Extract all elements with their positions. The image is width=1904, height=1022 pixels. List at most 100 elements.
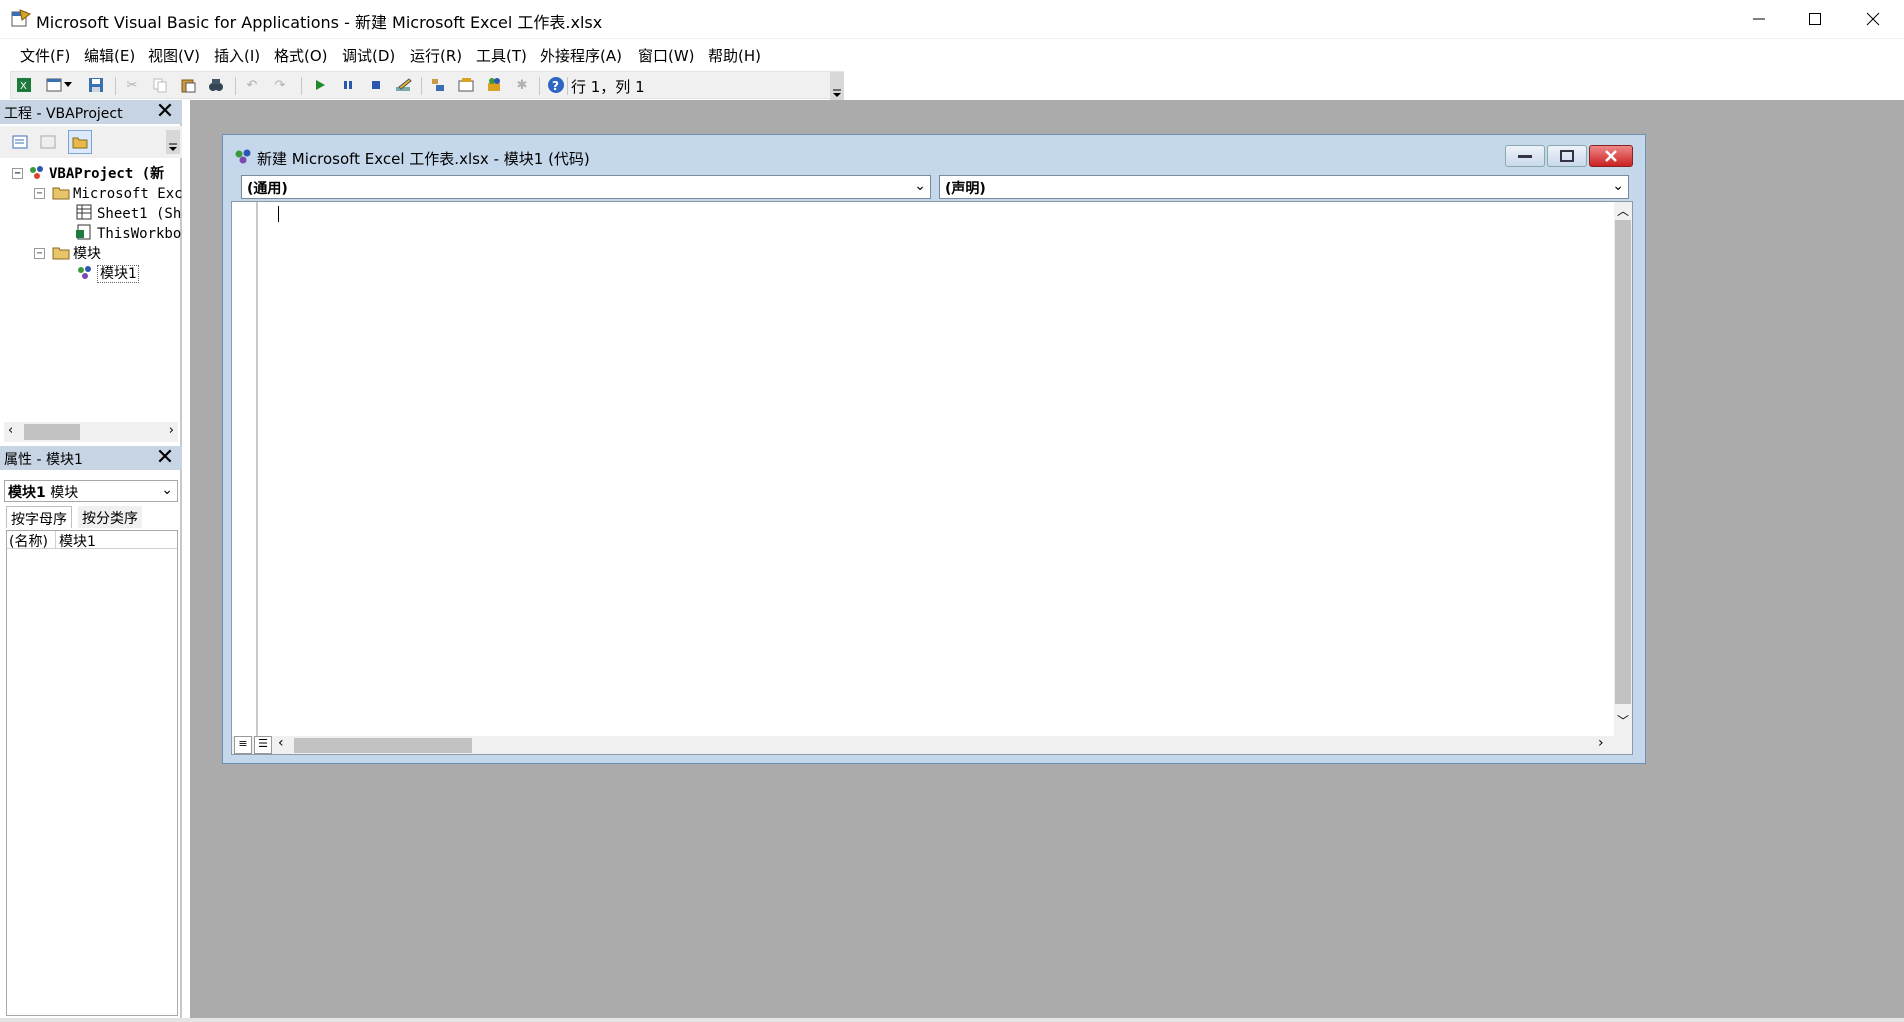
code-window-restore-button[interactable] xyxy=(1547,145,1587,167)
standard-toolbar: X ✂ ↶ ↷ ✱ ? 行 1，列 1 xyxy=(10,71,844,99)
tree-node-sheet1[interactable]: Sheet1 (Sh xyxy=(2,204,181,224)
hscroll-thumb[interactable] xyxy=(294,738,472,753)
menu-help[interactable]: 帮助(H) xyxy=(708,45,761,66)
project-explorer-icon[interactable] xyxy=(429,76,447,94)
tree-label: 模块1 xyxy=(97,265,140,283)
menu-file[interactable]: 文件(F) xyxy=(20,45,70,66)
menu-run[interactable]: 运行(R) xyxy=(410,45,462,66)
project-hscrollbar[interactable]: ‹ › xyxy=(4,422,178,442)
property-value: 模块1 xyxy=(59,534,96,550)
tree-node-modules-folder[interactable]: − 模块 xyxy=(2,244,101,264)
undo-icon[interactable]: ↶ xyxy=(243,76,261,94)
scroll-right-icon[interactable]: › xyxy=(1598,735,1604,751)
tab-alphabetic[interactable]: 按字母序 xyxy=(6,506,72,528)
full-module-view-icon[interactable]: ☰ xyxy=(254,736,272,754)
tab-categorized[interactable]: 按分类序 xyxy=(78,506,142,528)
menu-addins[interactable]: 外接程序(A) xyxy=(540,45,622,66)
tree-node-excel-objects[interactable]: − Microsoft Exc xyxy=(2,184,183,204)
object-browser-icon[interactable] xyxy=(485,76,503,94)
property-row[interactable]: (名称) 模块1 xyxy=(7,531,177,550)
view-code-icon[interactable] xyxy=(8,130,32,154)
object-name: 模块1 xyxy=(8,485,46,501)
view-excel-icon[interactable]: X xyxy=(15,76,33,94)
scroll-left-icon[interactable]: ‹ xyxy=(8,423,13,438)
window-title: Microsoft Visual Basic for Applications … xyxy=(36,13,603,32)
toolbar-overflow-handle[interactable] xyxy=(830,72,844,100)
title-bar: Microsoft Visual Basic for Applications … xyxy=(0,0,1904,38)
toggle-folders-icon[interactable] xyxy=(68,130,92,154)
save-icon[interactable] xyxy=(87,76,105,94)
collapse-toggle-icon[interactable]: − xyxy=(34,188,45,199)
copy-icon[interactable] xyxy=(151,76,169,94)
collapse-toggle-icon[interactable]: − xyxy=(34,248,45,259)
insert-userform-icon[interactable] xyxy=(45,76,63,94)
properties-pane: 属性 - 模块1 ✕ 模块1 模块 ⌄ 按字母序 按分类序 (名称) 模块1 xyxy=(0,446,182,1022)
cursor-position: 行 1，列 1 xyxy=(571,78,645,96)
scroll-down-icon[interactable]: ﹀ xyxy=(1617,712,1629,729)
menu-bar: 文件(F) 编辑(E) 视图(V) 插入(I) 格式(O) 调试(D) 运行(R… xyxy=(0,38,1904,70)
procedure-combo[interactable]: (声明) ⌄ xyxy=(939,175,1629,199)
properties-pane-close-icon[interactable]: ✕ xyxy=(154,447,176,469)
menu-format[interactable]: 格式(O) xyxy=(274,45,328,66)
menu-edit[interactable]: 编辑(E) xyxy=(84,45,135,66)
code-window-title: 新建 Microsoft Excel 工作表.xlsx - 模块1 (代码) xyxy=(257,150,590,168)
object-combo[interactable]: (通用) ⌄ xyxy=(241,175,931,199)
minimize-button[interactable] xyxy=(1730,0,1788,38)
properties-grid: (名称) 模块1 xyxy=(6,530,178,1016)
worksheet-icon xyxy=(76,204,94,220)
procedure-combo-value: (声明) xyxy=(945,181,986,197)
chevron-down-icon: ⌄ xyxy=(914,178,926,194)
run-icon[interactable] xyxy=(311,76,329,94)
code-window-close-button[interactable] xyxy=(1589,145,1633,167)
project-pane-close-icon[interactable]: ✕ xyxy=(154,101,176,123)
project-pane-toolbar xyxy=(0,126,182,158)
properties-window-icon[interactable] xyxy=(457,76,475,94)
help-icon[interactable]: ? xyxy=(547,76,565,94)
svg-text:?: ? xyxy=(552,79,559,93)
dropdown-arrow-icon[interactable] xyxy=(63,76,73,94)
break-icon[interactable] xyxy=(339,76,357,94)
status-strip xyxy=(0,1018,1904,1022)
workbook-icon xyxy=(76,224,94,240)
code-window: 新建 Microsoft Excel 工作表.xlsx - 模块1 (代码) (… xyxy=(222,134,1646,764)
tree-node-module1[interactable]: 模块1 xyxy=(2,264,140,284)
object-select[interactable]: 模块1 模块 ⌄ xyxy=(4,480,178,502)
folder-icon xyxy=(52,246,70,262)
menu-view[interactable]: 视图(V) xyxy=(148,45,200,66)
scroll-right-icon[interactable]: › xyxy=(169,423,174,438)
folder-icon xyxy=(52,186,70,202)
reset-icon[interactable] xyxy=(367,76,385,94)
vbaproject-icon xyxy=(28,164,46,180)
tree-node-vbaproject[interactable]: − VBAProject (新 xyxy=(2,164,164,184)
redo-icon[interactable]: ↷ xyxy=(271,76,289,94)
view-object-icon[interactable] xyxy=(36,130,60,154)
scroll-thumb[interactable] xyxy=(24,424,80,440)
scroll-left-icon[interactable]: ‹ xyxy=(278,735,284,751)
margin-indicator-bar[interactable] xyxy=(232,202,258,736)
cut-icon[interactable]: ✂ xyxy=(123,76,141,94)
menu-insert[interactable]: 插入(I) xyxy=(214,45,260,66)
object-type: 模块 xyxy=(50,485,79,501)
paste-icon[interactable] xyxy=(179,76,197,94)
toolbox-icon[interactable]: ✱ xyxy=(513,76,531,94)
design-mode-icon[interactable] xyxy=(395,76,413,94)
tree-label: VBAProject (新 xyxy=(49,166,165,182)
text-caret xyxy=(278,206,279,222)
menu-debug[interactable]: 调试(D) xyxy=(342,45,395,66)
chevron-down-icon: ⌄ xyxy=(1612,178,1624,194)
close-button[interactable] xyxy=(1844,0,1902,38)
procedure-view-icon[interactable]: ≡ xyxy=(234,736,252,754)
scroll-up-icon[interactable]: ︿ xyxy=(1617,202,1629,219)
menu-window[interactable]: 窗口(W) xyxy=(638,45,695,66)
project-tree: − VBAProject (新 − Microsoft Exc Sheet1 (… xyxy=(2,160,183,420)
collapse-toggle-icon[interactable]: − xyxy=(12,168,23,179)
code-editor[interactable]: ︿ ﹀ ≡ ☰ ‹ › xyxy=(231,201,1633,755)
maximize-button[interactable] xyxy=(1786,0,1844,38)
tree-node-thisworkbook[interactable]: ThisWorkbo xyxy=(2,224,181,244)
menu-tools[interactable]: 工具(T) xyxy=(476,45,527,66)
code-window-minimize-button[interactable] xyxy=(1505,145,1545,167)
tree-label: Sheet1 (Sh xyxy=(97,206,182,222)
vscroll-thumb[interactable] xyxy=(1615,220,1631,704)
project-toolbar-overflow[interactable] xyxy=(166,130,180,154)
find-icon[interactable] xyxy=(207,76,225,94)
